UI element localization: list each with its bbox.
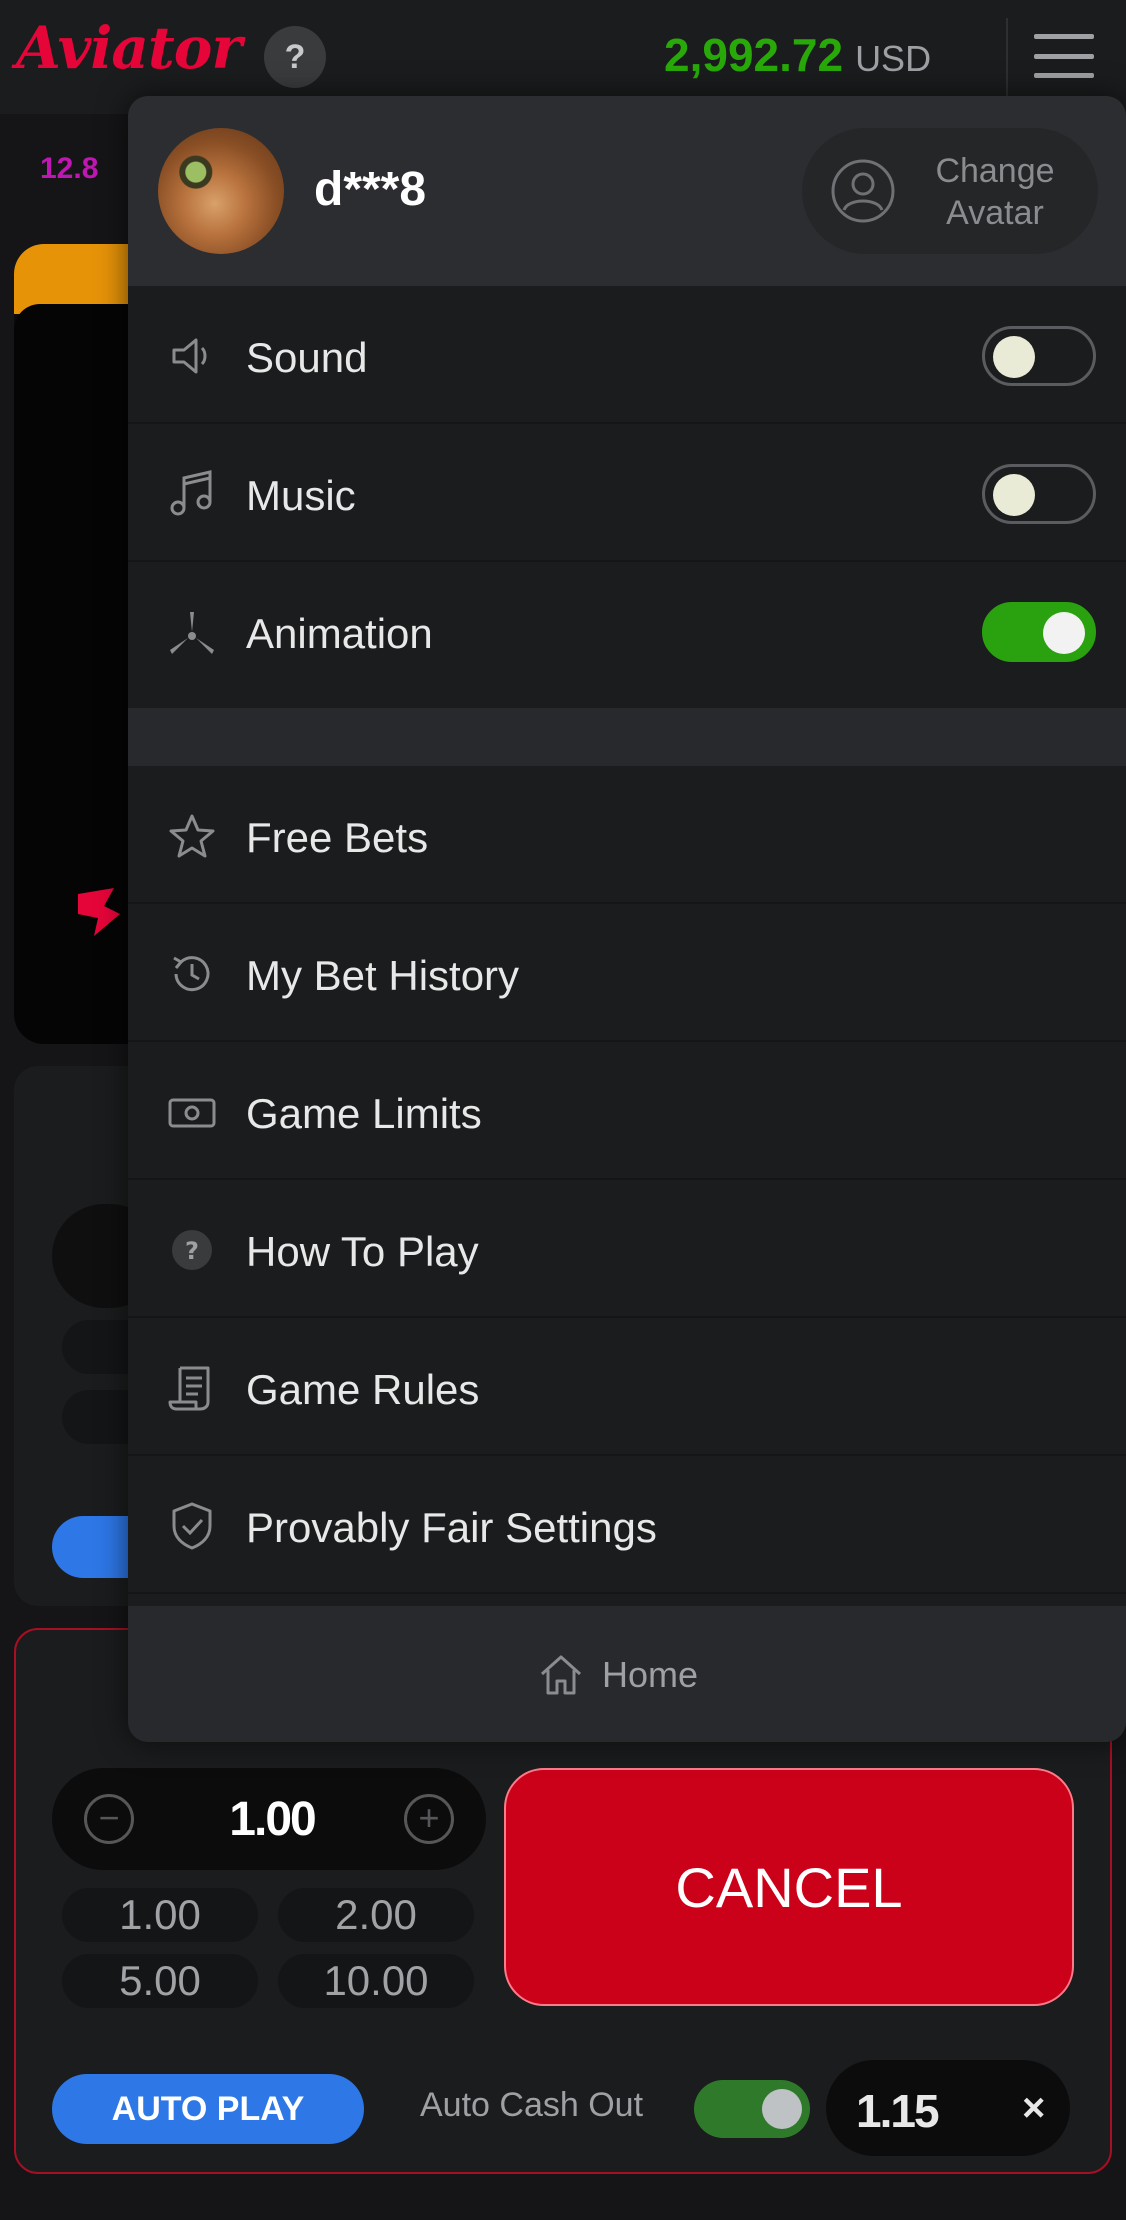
setting-row-animation[interactable]: Animation bbox=[128, 562, 1126, 700]
menu-item-provably-fair-settings[interactable]: Provably Fair Settings bbox=[128, 1456, 1126, 1594]
svg-text:?: ? bbox=[185, 1237, 199, 1265]
header-divider bbox=[1006, 18, 1008, 96]
change-avatar-label: Change Avatar bbox=[902, 150, 1088, 234]
change-avatar-button[interactable]: Change Avatar bbox=[802, 128, 1098, 254]
menu-section-divider bbox=[128, 708, 1126, 766]
setting-row-music[interactable]: Music bbox=[128, 424, 1126, 562]
change-avatar-line-2: Avatar bbox=[946, 194, 1044, 232]
toggle-knob bbox=[993, 336, 1035, 378]
plus-icon[interactable]: + bbox=[404, 1794, 454, 1844]
music-note-icon bbox=[170, 470, 212, 516]
music-toggle[interactable] bbox=[982, 464, 1096, 524]
menu-footer: Home bbox=[128, 1606, 1126, 1742]
auto-play-button[interactable]: AUTO PLAY bbox=[52, 2074, 364, 2144]
avatar[interactable] bbox=[158, 128, 284, 254]
menu-item-how-to-play[interactable]: ? How To Play bbox=[128, 1180, 1126, 1318]
setting-label: Sound bbox=[246, 334, 368, 381]
user-circle-icon bbox=[831, 159, 895, 223]
stake-stepper: − 1.00 + bbox=[52, 1768, 486, 1870]
menu-item-label: Free Bets bbox=[246, 814, 429, 861]
menu-item-free-bets[interactable]: Free Bets bbox=[128, 766, 1126, 904]
quick-amount-button[interactable]: 10.00 bbox=[278, 1954, 474, 2008]
auto-cash-out-value[interactable]: 1.15 bbox=[856, 2084, 940, 2138]
plane-icon bbox=[78, 888, 120, 936]
toggle-knob bbox=[1043, 612, 1085, 654]
sound-toggle[interactable] bbox=[982, 326, 1096, 386]
quick-amount-button[interactable]: 2.00 bbox=[278, 1888, 474, 1942]
setting-label: Music bbox=[246, 472, 356, 519]
toggle-knob bbox=[993, 474, 1035, 516]
setting-label: Animation bbox=[246, 610, 433, 657]
help-button[interactable]: ? bbox=[264, 26, 326, 88]
speaker-icon bbox=[172, 338, 207, 374]
question-icon: ? bbox=[172, 1230, 212, 1270]
menu-item-label: My Bet History bbox=[246, 952, 520, 999]
menu-item-label: How To Play bbox=[246, 1228, 479, 1275]
auto-cash-out-label: Auto Cash Out bbox=[420, 2086, 644, 2124]
menu-item-game-rules[interactable]: Game Rules bbox=[128, 1318, 1126, 1456]
balance-amount: 2,992.72 bbox=[664, 29, 844, 81]
animation-toggle[interactable] bbox=[982, 602, 1096, 662]
menu-item-label: Game Limits bbox=[246, 1090, 482, 1137]
cancel-bet-button[interactable]: CANCEL bbox=[504, 1768, 1074, 2006]
menu-item-game-limits[interactable]: Game Limits bbox=[128, 1042, 1126, 1180]
clear-icon[interactable]: × bbox=[1022, 2086, 1045, 2131]
auto-cash-out-toggle[interactable] bbox=[694, 2080, 810, 2138]
menu-item-label: Provably Fair Settings bbox=[246, 1504, 657, 1551]
shield-check-icon bbox=[172, 1502, 212, 1550]
settings-menu: d***8 Change Avatar Sound Music Animatio… bbox=[128, 96, 1126, 1742]
toggle-knob bbox=[762, 2089, 802, 2129]
propeller-icon bbox=[170, 612, 214, 654]
auto-cash-out-input[interactable]: 1.15 × bbox=[826, 2060, 1070, 2156]
username: d***8 bbox=[314, 163, 427, 216]
history-icon bbox=[173, 956, 210, 992]
home-icon bbox=[540, 1655, 582, 1695]
home-link[interactable]: Home bbox=[538, 1652, 698, 1698]
multiplier-history-chip[interactable]: 12.8 bbox=[40, 152, 98, 186]
home-label: Home bbox=[602, 1654, 699, 1695]
banknote-icon bbox=[168, 1098, 216, 1128]
star-icon bbox=[169, 814, 215, 858]
minus-icon[interactable]: − bbox=[84, 1794, 134, 1844]
balance-currency: USD bbox=[855, 38, 932, 79]
menu-profile-header: d***8 Change Avatar bbox=[128, 96, 1126, 286]
stake-value[interactable]: 1.00 bbox=[152, 1792, 392, 1847]
aviator-logo: Aviator bbox=[16, 14, 242, 82]
quick-amount-button[interactable]: 5.00 bbox=[62, 1954, 258, 2008]
menu-item-my-bet-history[interactable]: My Bet History bbox=[128, 904, 1126, 1042]
change-avatar-line-1: Change bbox=[935, 152, 1055, 190]
menu-hamburger-icon[interactable] bbox=[1034, 34, 1094, 78]
quick-amount-button[interactable]: 1.00 bbox=[62, 1888, 258, 1942]
setting-row-sound[interactable]: Sound bbox=[128, 286, 1126, 424]
menu-item-label: Game Rules bbox=[246, 1366, 480, 1413]
balance-display: 2,992.72 USD bbox=[664, 28, 931, 82]
scroll-icon bbox=[168, 1366, 210, 1411]
